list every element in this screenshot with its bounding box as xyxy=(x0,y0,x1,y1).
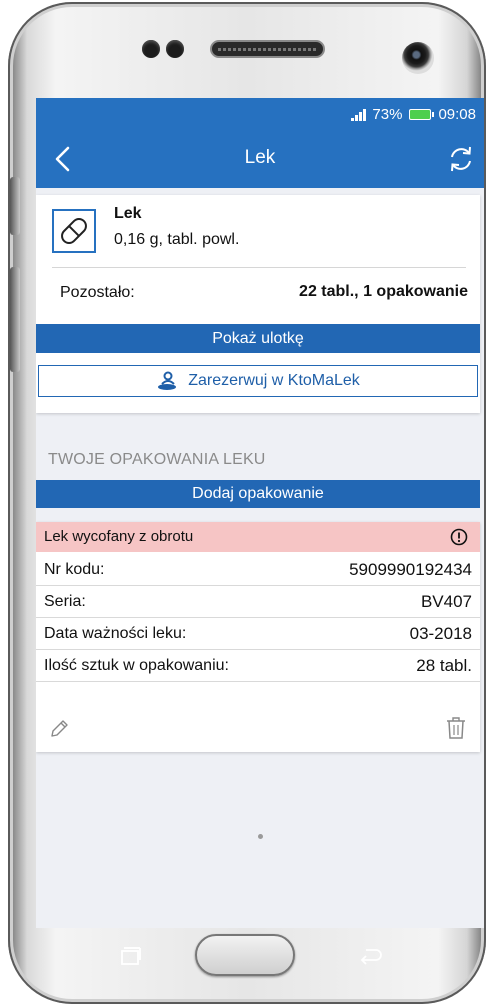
reserve-button[interactable]: Zarezerwuj w KtoMaLek xyxy=(38,365,478,397)
sensor-dots xyxy=(142,40,190,63)
page-title: Lek xyxy=(244,147,276,168)
person-pin-icon xyxy=(158,371,177,390)
expiry-label: Data ważności leku: xyxy=(44,625,187,642)
series-label: Seria: xyxy=(44,593,86,610)
series-row: Seria: BV407 xyxy=(36,586,480,618)
reserve-button-label: Zarezerwuj w KtoMaLek xyxy=(188,372,360,389)
screen: 73% 09:08 Lek Lek 0,16 g, tabl. powl. Po… xyxy=(36,98,484,928)
withdrawn-alert-text: Lek wycofany z obrotu xyxy=(44,528,194,545)
earpiece-speaker xyxy=(210,40,325,58)
remaining-label: Pozostało: xyxy=(60,284,135,301)
alert-circle-icon[interactable] xyxy=(450,528,468,546)
pencil-icon[interactable] xyxy=(48,718,70,740)
volume-button xyxy=(10,177,20,235)
drug-card: Lek 0,16 g, tabl. powl. Pozostało: 22 ta… xyxy=(36,195,480,413)
quantity-value: 28 tabl. xyxy=(416,656,472,675)
series-value: BV407 xyxy=(420,592,472,611)
code-row: Nr kodu: 5909990192434 xyxy=(36,554,480,586)
trash-icon[interactable] xyxy=(446,716,466,740)
battery-icon xyxy=(409,109,435,120)
show-leaflet-button[interactable]: Pokaż ulotkę xyxy=(36,324,480,353)
code-label: Nr kodu: xyxy=(44,561,105,578)
top-bezel xyxy=(30,12,476,100)
hardware-nav-bar xyxy=(22,928,468,990)
code-value: 5909990192434 xyxy=(349,560,472,579)
drug-name: Lek xyxy=(114,205,142,222)
bixby-button xyxy=(10,267,20,372)
status-bar: 73% 09:08 xyxy=(36,98,484,130)
recent-apps-icon[interactable] xyxy=(118,946,142,966)
expiry-row: Data ważności leku: 03-2018 xyxy=(36,618,480,650)
remaining-value: 22 tabl., 1 opakowanie xyxy=(299,283,468,300)
signal-icon xyxy=(351,108,367,121)
add-package-button[interactable]: Dodaj opakowanie xyxy=(36,480,480,508)
section-heading: TWOJE OPAKOWANIA LEKU xyxy=(48,451,266,468)
battery-percent: 73% xyxy=(372,106,403,123)
front-camera xyxy=(402,42,434,74)
package-card: Lek wycofany z obrotu Nr kodu: 590999019… xyxy=(36,522,480,752)
refresh-icon[interactable] xyxy=(446,144,476,174)
clock: 09:08 xyxy=(438,106,476,123)
home-button[interactable] xyxy=(195,934,295,976)
expiry-value: 03-2018 xyxy=(409,624,472,643)
withdrawn-alert: Lek wycofany z obrotu xyxy=(36,522,480,552)
page-indicator-dot xyxy=(258,834,263,839)
nav-back-icon[interactable] xyxy=(358,946,384,966)
quantity-label: Ilość sztuk w opakowaniu: xyxy=(44,657,229,674)
pill-icon xyxy=(52,209,96,253)
quantity-row: Ilość sztuk w opakowaniu: 28 tabl. xyxy=(36,650,480,682)
divider xyxy=(52,267,466,268)
app-bar: Lek xyxy=(36,130,484,188)
drug-description: 0,16 g, tabl. powl. xyxy=(114,231,240,248)
